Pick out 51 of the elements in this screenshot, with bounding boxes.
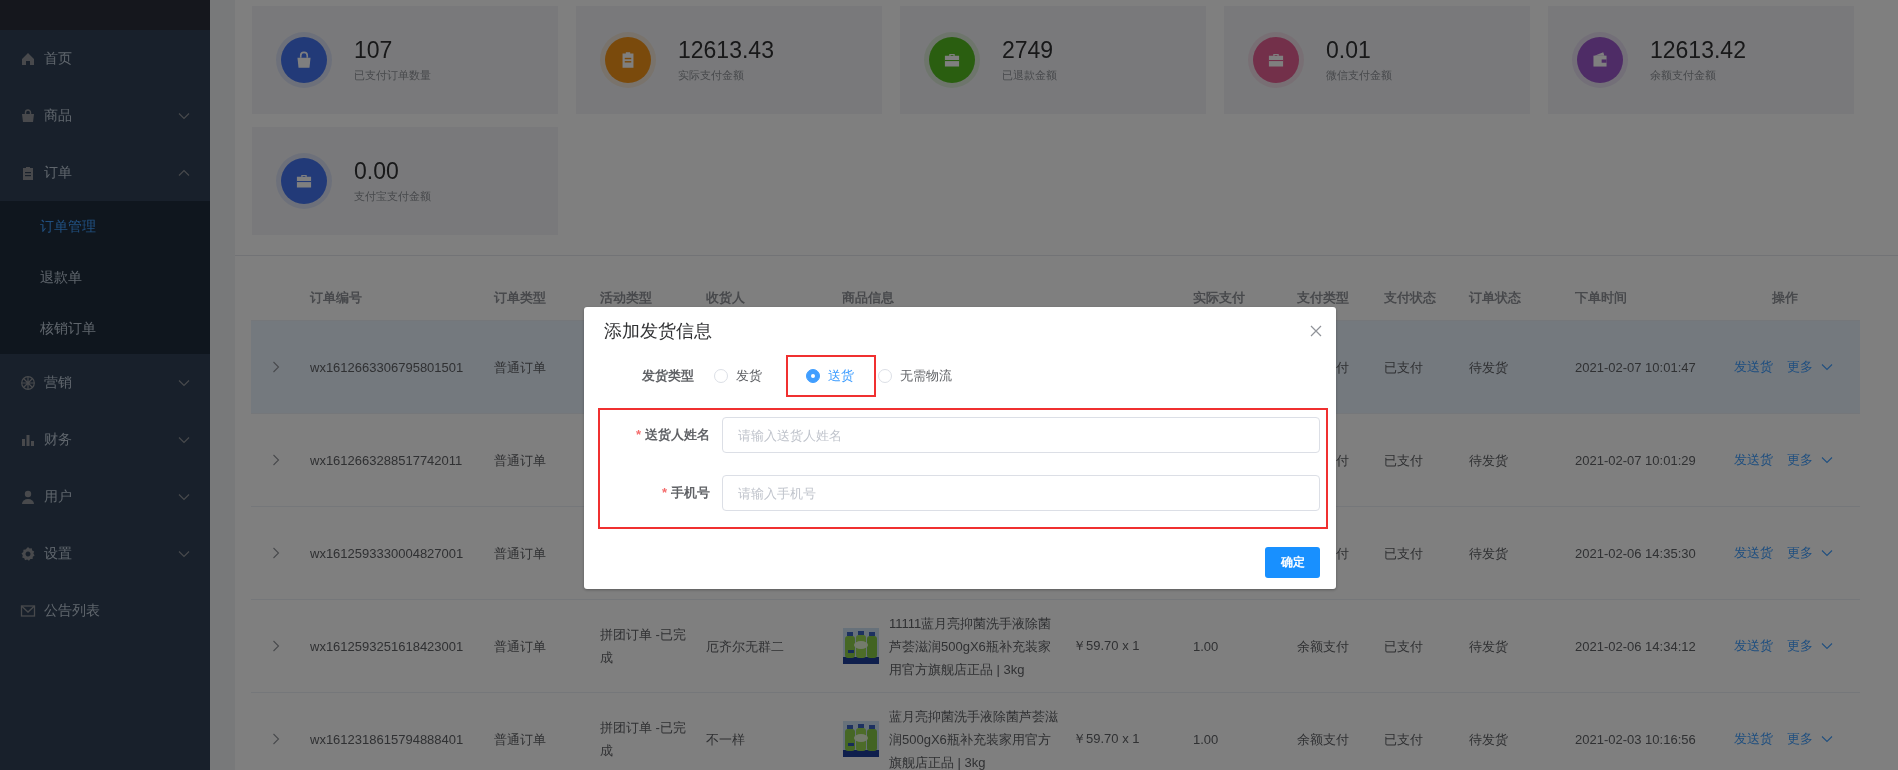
table-cell-text: 待发货 [1468,544,1509,563]
table-cell-text: 已支付 [1383,730,1424,749]
table-cell-text: 普通订单 [493,358,547,377]
product-price: ￥59.70 x 1 [1073,730,1140,748]
table-cell-text: wx1612663288517742011 [309,451,464,470]
required-mark: * [661,485,667,500]
stat-value: 12613.42 [1650,37,1746,64]
table-cell-text: 普通订单 [493,451,547,470]
table-cell-text: 待发货 [1468,637,1509,656]
table-cell: 付 [1336,545,1349,561]
table-cell-text: 待发货 [1468,358,1509,377]
table-cell-text: 已支付 [1383,451,1424,470]
table-cell-text: 普通订单 [493,730,547,749]
table-cell: 余额支付 [1297,638,1349,654]
table-cell-text: 待发货 [1468,730,1509,749]
table-cell-text: wx1612663306795801501 [309,358,465,377]
table-cell-text: 普通订单 [493,544,547,563]
table-cell-text: 厄齐尔无群二 [705,637,785,656]
product-price: ￥59.70 x 1 [1073,637,1140,655]
dialog-title: 添加发货信息 [604,320,712,343]
required-mark: * [635,427,641,442]
product-name: 蓝月亮抑菌洗手液除菌芦荟滋润500gX6瓶补充装家用官方旗舰店正品 | 3kg [889,707,1059,770]
table-cell-text: 1.00 [1192,730,1220,749]
table-cell-text: 已支付 [1383,544,1424,563]
stat-value: 0.01 [1326,37,1372,64]
table-cell-text: 2021-02-03 10:16:56 [1574,730,1697,749]
table-cell-text: 2021-02-07 10:01:47 [1574,358,1697,377]
table-cell-text: wx1612593330004827001 [309,544,465,563]
table-cell-text: wx1612318615794888401 [309,730,465,749]
table-cell-text: 2021-02-07 10:01:29 [1574,451,1697,470]
stat-value: 0.00 [354,158,400,185]
table-cell-text: wx1612593251618423001 [309,637,465,656]
table-cell-text: 2021-02-06 14:34:12 [1574,637,1697,656]
table-cell-text: 1.00 [1192,637,1220,656]
field-label: 送货人姓名 [645,427,710,442]
stat-value: 107 [354,37,394,64]
table-cell-text: 拼团订单 -已完成 [599,719,687,760]
field-label: 发货类型 [641,367,695,385]
table-cell-text: 已支付 [1383,637,1424,656]
table-cell-text: 已支付 [1383,358,1424,377]
table-cell-text: 拼团订单 -已完成 [599,626,687,667]
table-cell-text: 2021-02-06 14:35:30 [1574,544,1697,563]
table-cell-text: 普通订单 [493,637,547,656]
product-name: 11111蓝月亮抑菌洗手液除菌芦荟滋润500gX6瓶补充装家用官方旗舰店正品 | 3kg [889,614,1053,679]
table-cell: 余额支付 [1297,731,1349,747]
table-cell: 付 [1336,359,1349,375]
field-label: 手机号 [671,485,710,500]
table-cell: 付 [1336,452,1349,468]
table-cell-text: 待发货 [1468,451,1509,470]
stat-value: 2749 [1002,37,1055,64]
stat-value: 12613.43 [678,37,774,64]
